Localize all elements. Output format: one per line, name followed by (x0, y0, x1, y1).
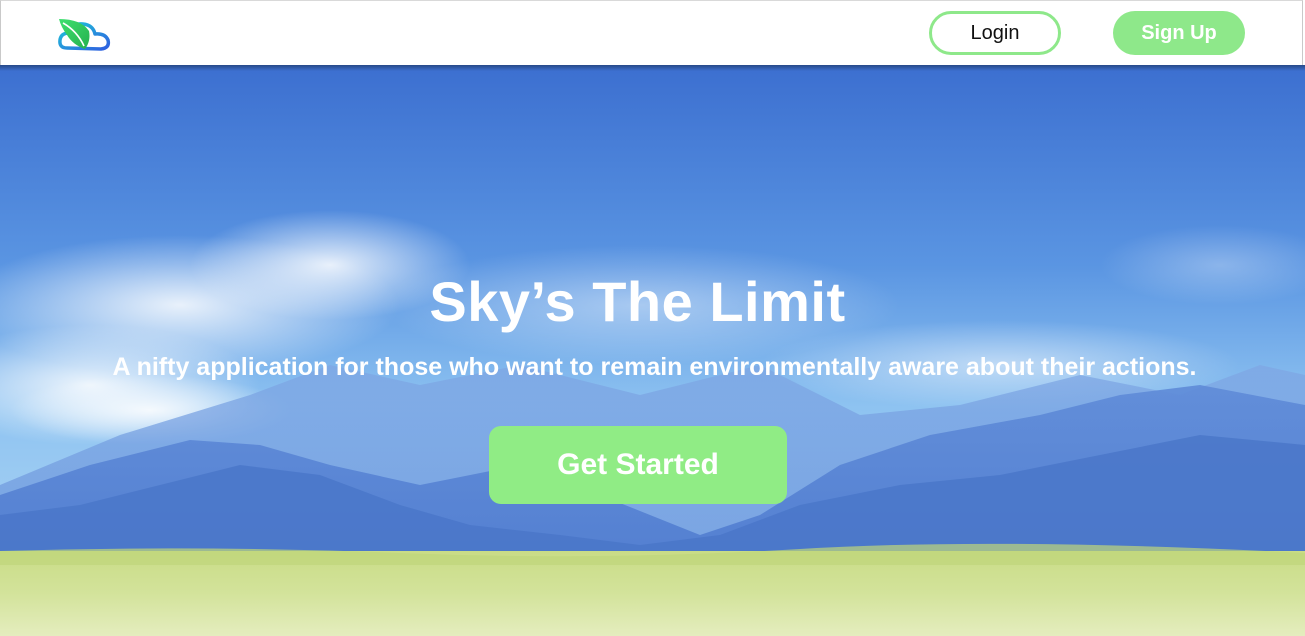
get-started-button[interactable]: Get Started (489, 426, 787, 504)
hero-title: Sky’s The Limit (429, 270, 846, 333)
leaf-cloud-logo-icon[interactable] (55, 15, 113, 53)
header-shadow (0, 65, 1305, 71)
landing-page: Login Sign Up Sky’s The Limit A nifty ap… (0, 0, 1305, 636)
hero-subtitle: A nifty application for those who want t… (112, 353, 1197, 381)
login-button[interactable]: Login (929, 11, 1061, 55)
hero-section: Sky’s The Limit A nifty application for … (0, 65, 1305, 636)
top-navbar: Login Sign Up (0, 0, 1303, 65)
signup-button[interactable]: Sign Up (1113, 11, 1245, 55)
hero-background-image (0, 65, 1305, 636)
